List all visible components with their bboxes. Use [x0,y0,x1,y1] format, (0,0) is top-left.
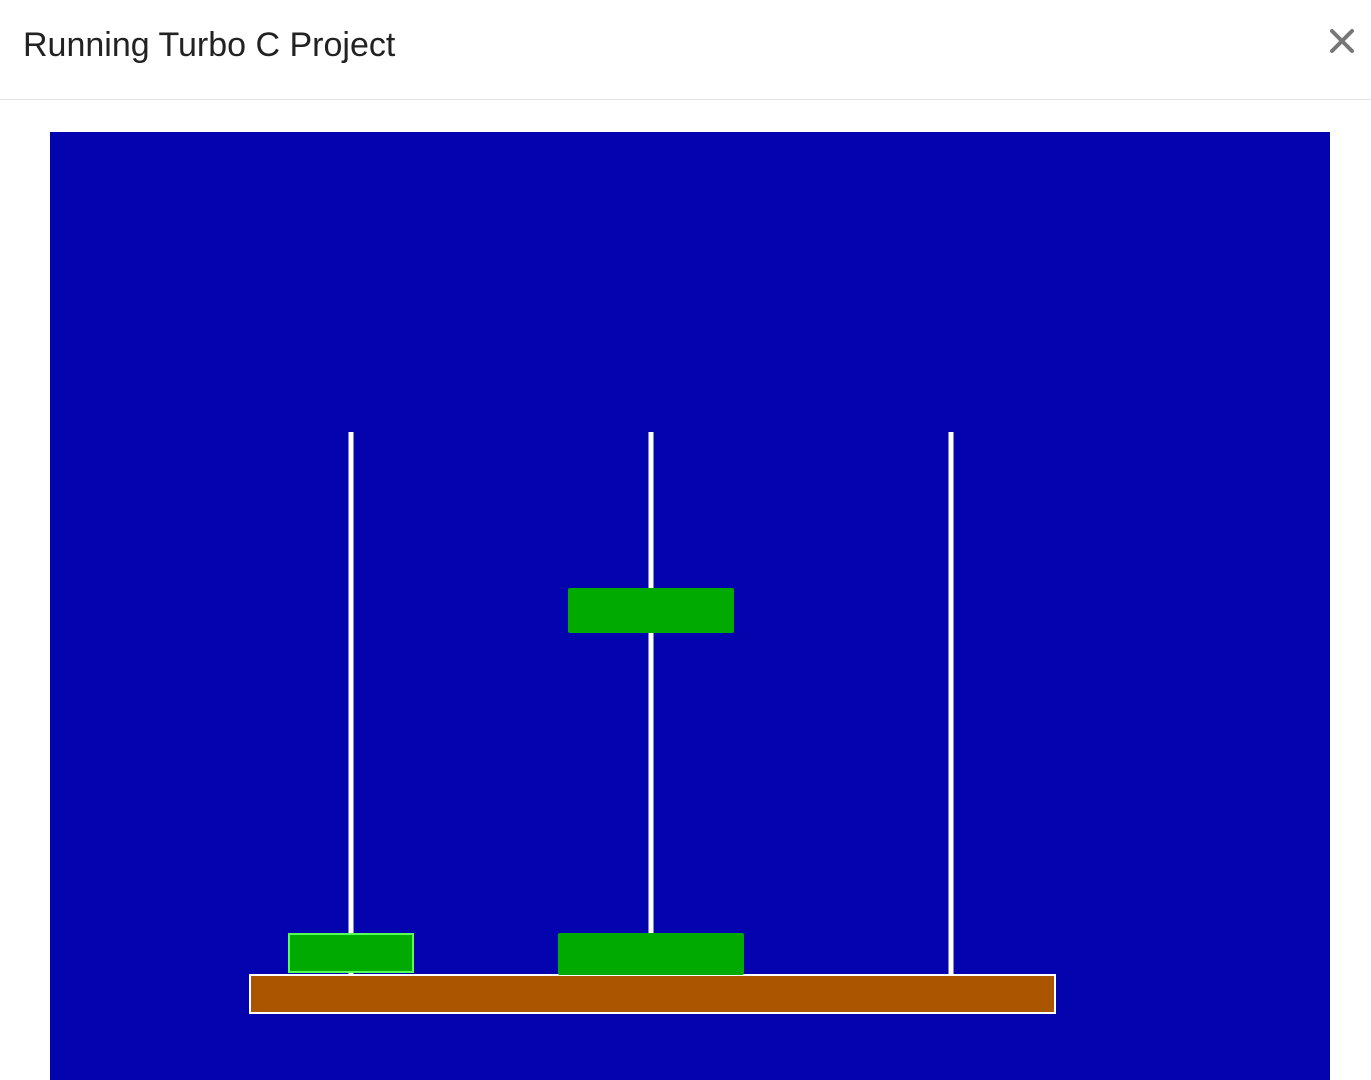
disk-peg-1 [288,933,414,973]
run-output-dialog: Running Turbo C Project [0,0,1371,1080]
disk-peg-2 [558,933,744,975]
close-icon [1330,29,1354,53]
peg-2 [648,432,654,975]
moving-disk [568,588,734,633]
tower-of-hanoi-graphic [50,132,1330,1080]
dialog-header: Running Turbo C Project [0,0,1371,100]
dialog-title: Running Turbo C Project [23,26,396,64]
peg-3 [948,432,954,975]
program-output-screen [50,132,1330,1080]
close-button[interactable] [1319,22,1359,62]
tower-base [249,974,1056,1014]
peg-1 [348,432,354,975]
